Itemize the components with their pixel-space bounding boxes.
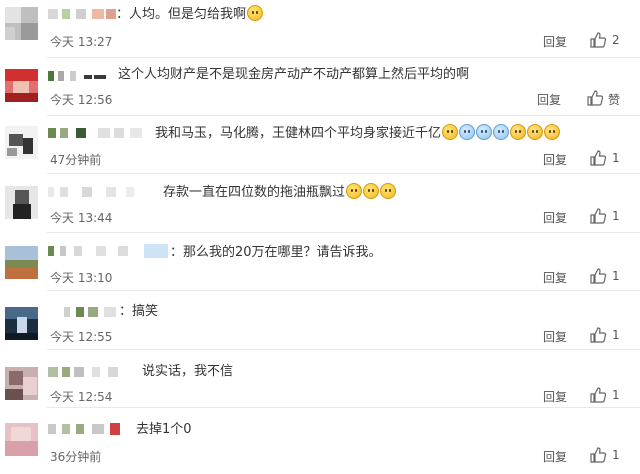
comment-time: 今天 12:54 bbox=[50, 390, 113, 404]
reply-button[interactable]: 回复 bbox=[543, 151, 567, 168]
avatar[interactable] bbox=[5, 186, 38, 219]
cry-emoji-icon bbox=[544, 124, 561, 140]
like-count: 赞 bbox=[608, 93, 621, 107]
thumbs-up-icon[interactable] bbox=[589, 326, 607, 344]
avatar[interactable] bbox=[5, 126, 38, 159]
avatar[interactable] bbox=[5, 423, 38, 456]
comment-text: 存款一直在四位数的拖油瓶飘过 bbox=[163, 183, 397, 202]
reply-button[interactable]: 回复 bbox=[543, 388, 567, 405]
comment-text: 去掉1个0 bbox=[136, 422, 192, 437]
comment-text: ：那么我的20万在哪里？请告诉我。 bbox=[170, 245, 382, 260]
surprised-emoji-icon bbox=[442, 124, 459, 140]
comment-time: 36分钟前 bbox=[50, 450, 102, 464]
comment-row: 我和马玉，马化腾，王健林四个平均身家接近千亿 47分钟前 回复 1 bbox=[0, 116, 640, 172]
avatar[interactable] bbox=[5, 7, 38, 40]
comment-time: 今天 13:27 bbox=[50, 35, 113, 49]
comment-text: ：人均。但是匀给我啊 bbox=[116, 5, 264, 24]
sweat-emoji-icon bbox=[459, 124, 476, 140]
username-pixelated[interactable] bbox=[48, 364, 138, 380]
comment-row: 说实话，我不信 今天 12:54 回复 1 bbox=[0, 350, 640, 407]
like-count: 1 bbox=[612, 388, 620, 402]
reply-button[interactable]: 回复 bbox=[543, 448, 567, 465]
comment-row: ：人均。但是匀给我啊 今天 13:27 回复 2 bbox=[0, 0, 640, 57]
like-count: 1 bbox=[612, 448, 620, 462]
sweat-emoji-icon bbox=[476, 124, 493, 140]
thumbs-up-icon[interactable] bbox=[589, 207, 607, 225]
comment-time: 今天 12:55 bbox=[50, 330, 113, 344]
username-pixelated[interactable] bbox=[48, 421, 128, 437]
avatar[interactable] bbox=[5, 367, 38, 400]
worried-emoji-icon bbox=[363, 183, 380, 199]
like-count: 2 bbox=[612, 33, 620, 47]
username-pixelated[interactable] bbox=[64, 304, 124, 320]
comment-row: ：搞笑 今天 12:55 回复 1 bbox=[0, 291, 640, 349]
comment-text: 说实话，我不信 bbox=[142, 364, 234, 379]
reply-button[interactable]: 回复 bbox=[543, 328, 567, 345]
worried-emoji-icon bbox=[346, 183, 363, 199]
username-pixelated[interactable] bbox=[48, 125, 148, 141]
comment-text: 这个人均财产是不是现金房产动产不动产都算上然后平均的啊 bbox=[118, 67, 470, 82]
like-count: 1 bbox=[612, 151, 620, 165]
thumbs-up-icon[interactable] bbox=[586, 89, 604, 107]
comment-time: 今天 13:44 bbox=[50, 211, 113, 225]
username-pixelated[interactable] bbox=[48, 184, 148, 200]
cry-emoji-icon bbox=[527, 124, 544, 140]
like-count: 1 bbox=[612, 209, 620, 223]
avatar[interactable] bbox=[5, 246, 38, 279]
username-pixelated[interactable] bbox=[48, 243, 170, 259]
comment-text: 我和马玉，马化腾，王健林四个平均身家接近千亿 bbox=[155, 124, 561, 143]
comment-time: 今天 13:10 bbox=[50, 271, 113, 285]
thumbs-up-icon[interactable] bbox=[589, 386, 607, 404]
comment-row: 去掉1个0 36分钟前 回复 1 bbox=[0, 408, 640, 474]
like-count: 1 bbox=[612, 328, 620, 342]
comment-text: ：搞笑 bbox=[119, 304, 159, 319]
thumbs-up-icon[interactable] bbox=[589, 446, 607, 464]
thumbs-up-icon[interactable] bbox=[589, 31, 607, 49]
reply-button[interactable]: 回复 bbox=[537, 91, 561, 108]
smile-emoji-icon bbox=[247, 5, 264, 21]
username-pixelated[interactable] bbox=[48, 68, 108, 84]
worried-emoji-icon bbox=[380, 183, 397, 199]
reply-button[interactable]: 回复 bbox=[543, 269, 567, 286]
sweat-emoji-icon bbox=[493, 124, 510, 140]
comment-row: ：那么我的20万在哪里？请告诉我。 今天 13:10 回复 1 bbox=[0, 233, 640, 290]
comment-time: 47分钟前 bbox=[50, 153, 102, 167]
reply-button[interactable]: 回复 bbox=[543, 33, 567, 50]
avatar[interactable] bbox=[5, 307, 38, 340]
like-count: 1 bbox=[612, 269, 620, 283]
avatar[interactable] bbox=[5, 69, 38, 102]
comment-row: 这个人均财产是不是现金房产动产不动产都算上然后平均的啊 今天 12:56 回复 … bbox=[0, 58, 640, 114]
username-pixelated[interactable] bbox=[48, 6, 118, 22]
reply-button[interactable]: 回复 bbox=[543, 209, 567, 226]
cry-emoji-icon bbox=[510, 124, 527, 140]
comment-row: 存款一直在四位数的拖油瓶飘过 今天 13:44 回复 1 bbox=[0, 174, 640, 231]
thumbs-up-icon[interactable] bbox=[589, 149, 607, 167]
thumbs-up-icon[interactable] bbox=[589, 267, 607, 285]
comment-time: 今天 12:56 bbox=[50, 93, 113, 107]
